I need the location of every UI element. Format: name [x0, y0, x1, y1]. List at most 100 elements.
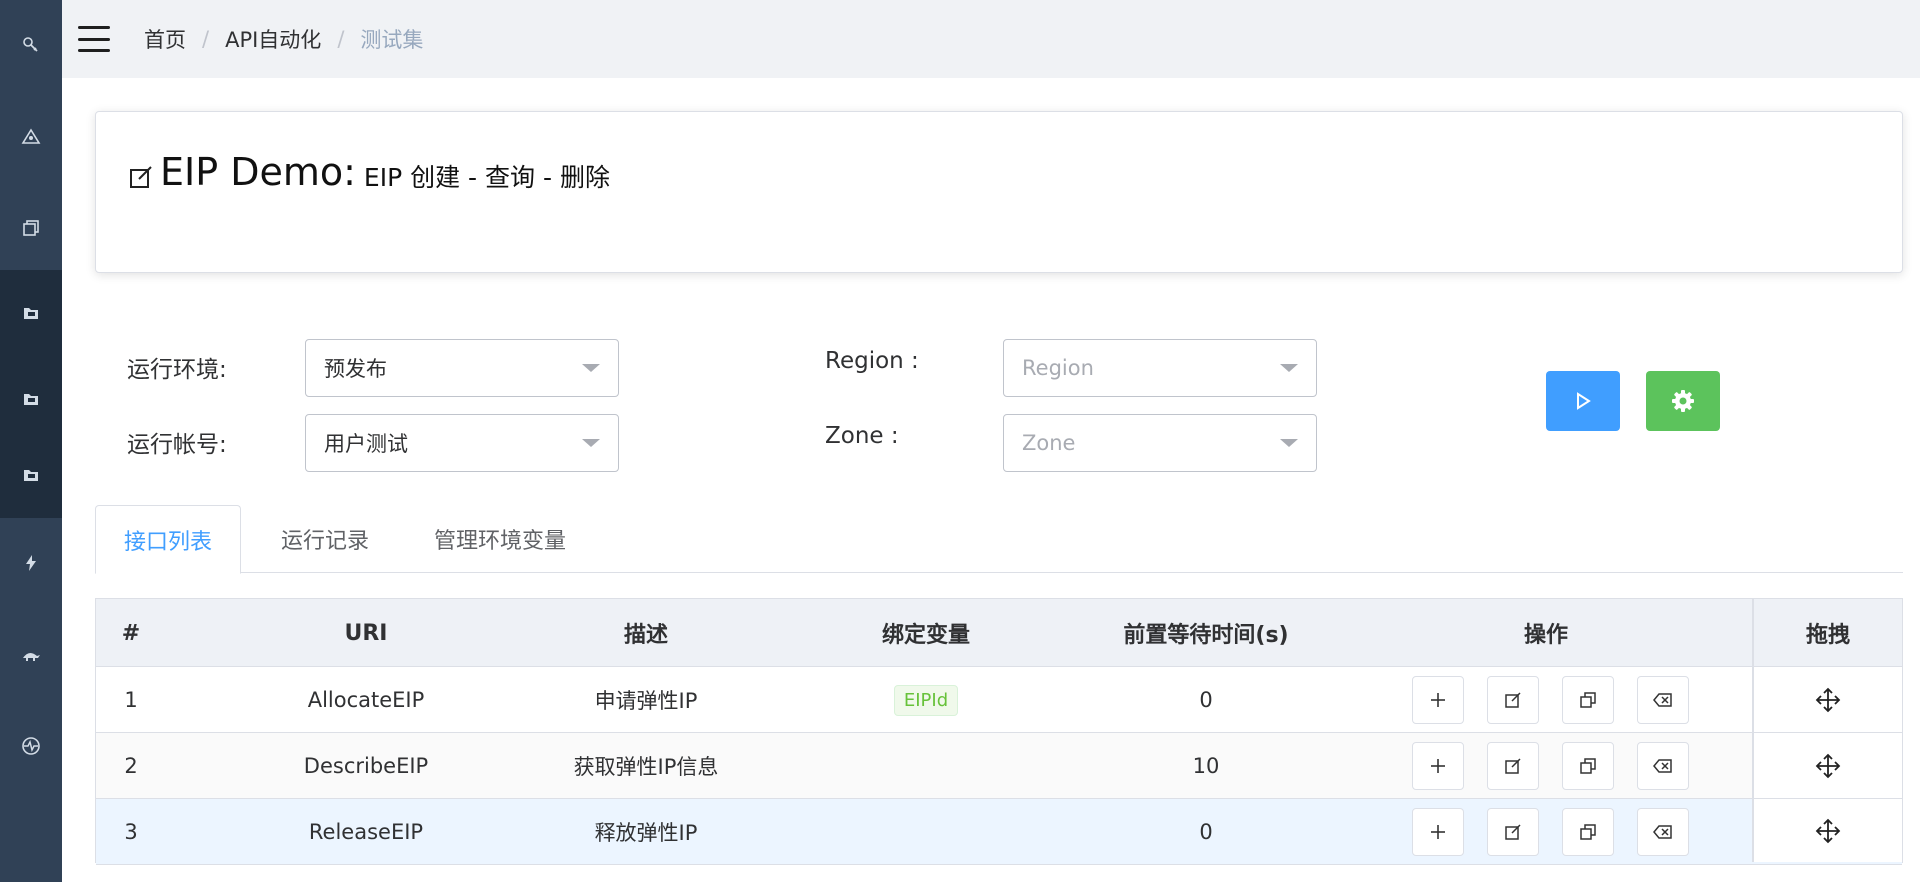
- move-arrows-icon: [1815, 753, 1841, 778]
- cell-uri: DescribeEIP: [303, 754, 429, 778]
- env-select-value: 预发布: [324, 357, 387, 381]
- tab-run-records[interactable]: 运行记录: [255, 505, 395, 573]
- pulse-icon: [22, 737, 40, 755]
- table-header: # URI 描述 绑定变量 前置等待时间(s) 操作 拖拽: [96, 599, 1902, 667]
- table-row: 1 AllocateEIP 申请弹性IP EIPId 0: [96, 667, 1902, 733]
- cell-wait: 10: [1192, 754, 1220, 778]
- sidebar-item-topology[interactable]: [0, 94, 62, 180]
- gear-icon: [1672, 390, 1694, 412]
- variable-tag: EIPId: [893, 684, 959, 716]
- col-header-drag-label: 拖拽: [1805, 623, 1850, 648]
- edit-button[interactable]: [1487, 808, 1539, 856]
- add-button[interactable]: [1412, 808, 1464, 856]
- caret-down-icon: [582, 439, 600, 447]
- cell-index: 3: [124, 820, 138, 844]
- table-row: 3 ReleaseEIP 释放弹性IP 0: [96, 799, 1902, 865]
- sidebar-item-folder-1[interactable]: [0, 270, 62, 356]
- col-header-index: #: [121, 620, 141, 646]
- copy-button[interactable]: [1562, 808, 1614, 856]
- copy-button[interactable]: [1562, 676, 1614, 724]
- sidebar-item-slow[interactable]: [0, 612, 62, 698]
- breadcrumb-current: 测试集: [360, 28, 424, 52]
- plus-icon: [1431, 759, 1445, 773]
- drag-handle[interactable]: [1754, 733, 1902, 799]
- run-button[interactable]: [1546, 371, 1620, 431]
- drag-handle[interactable]: [1754, 667, 1902, 733]
- edit-icon[interactable]: [128, 164, 154, 190]
- delete-button[interactable]: [1637, 808, 1689, 856]
- suite-name: EIP Demo:: [160, 150, 356, 194]
- cell-desc: 获取弹性IP信息: [573, 755, 719, 779]
- edit-icon: [1505, 824, 1521, 840]
- table-row: 2 DescribeEIP 获取弹性IP信息 10: [96, 733, 1902, 799]
- copy-button[interactable]: [1562, 742, 1614, 790]
- tab-bar: 接口列表 运行记录 管理环境变量: [95, 505, 1903, 574]
- folder-icon: [24, 470, 38, 481]
- settings-button[interactable]: [1646, 371, 1720, 431]
- account-select-value: 用户测试: [324, 432, 408, 456]
- lightning-icon: [26, 555, 36, 571]
- tab-interface-list[interactable]: 接口列表: [95, 505, 241, 574]
- backspace-delete-icon: [1653, 693, 1672, 707]
- hamburger-menu-icon[interactable]: [78, 26, 110, 52]
- cell-uri: AllocateEIP: [307, 688, 425, 712]
- breadcrumb-api-automation[interactable]: API自动化: [225, 24, 321, 54]
- caret-down-icon: [1280, 439, 1298, 447]
- copy-pages-icon: [23, 220, 39, 236]
- delete-button[interactable]: [1637, 676, 1689, 724]
- play-icon: [1577, 392, 1591, 410]
- zone-select[interactable]: Zone: [1003, 414, 1317, 472]
- drag-column: 拖拽: [1752, 599, 1902, 862]
- edit-icon: [1505, 692, 1521, 708]
- account-select[interactable]: 用户测试: [305, 414, 619, 472]
- drag-handle[interactable]: [1754, 799, 1902, 862]
- turtle-icon: [23, 652, 40, 661]
- cell-desc: 申请弹性IP: [594, 689, 698, 713]
- env-label: 运行环境:: [127, 357, 227, 383]
- cell-index: 1: [124, 688, 138, 712]
- add-button[interactable]: [1412, 742, 1464, 790]
- move-arrows-icon: [1815, 687, 1841, 712]
- edit-icon: [1505, 758, 1521, 774]
- copy-icon: [1580, 758, 1596, 774]
- interface-table: # URI 描述 绑定变量 前置等待时间(s) 操作 拖拽 1 Allocate…: [95, 598, 1903, 865]
- col-header-actions: 操作: [1523, 623, 1568, 648]
- plus-icon: [1431, 693, 1445, 707]
- copy-icon: [1580, 824, 1596, 840]
- col-header-variable: 绑定变量: [881, 623, 970, 648]
- breadcrumb-separator: /: [337, 27, 345, 51]
- plus-icon: [1431, 825, 1445, 839]
- top-navbar: 首页 / API自动化 / 测试集: [62, 0, 1920, 78]
- caret-down-icon: [1280, 364, 1298, 372]
- tab-env-variables[interactable]: 管理环境变量: [405, 505, 595, 573]
- env-select[interactable]: 预发布: [305, 339, 619, 397]
- cell-wait: 0: [1199, 820, 1213, 844]
- breadcrumb-separator: /: [202, 27, 210, 51]
- edit-button[interactable]: [1487, 742, 1539, 790]
- zone-placeholder: Zone: [1022, 431, 1076, 455]
- breadcrumb: 首页 / API自动化 / 测试集: [144, 24, 423, 54]
- delete-button[interactable]: [1637, 742, 1689, 790]
- cell-desc: 释放弹性IP: [594, 821, 698, 845]
- breadcrumb-home[interactable]: 首页: [144, 24, 186, 54]
- add-button[interactable]: [1412, 676, 1464, 724]
- triangle-network-icon: [21, 128, 41, 144]
- col-header-uri: URI: [344, 620, 388, 646]
- col-header-wait: 前置等待时间(s): [1123, 623, 1289, 648]
- sidebar-item-performance[interactable]: [0, 520, 62, 606]
- sidebar-item-tools[interactable]: [0, 2, 62, 88]
- region-label: Region :: [825, 348, 919, 374]
- sidebar-item-docs[interactable]: [0, 185, 62, 271]
- sidebar-item-folder-3[interactable]: [0, 432, 62, 518]
- sidebar-item-folder-2[interactable]: [0, 356, 62, 442]
- backspace-delete-icon: [1653, 825, 1672, 839]
- cell-uri: ReleaseEIP: [308, 820, 424, 844]
- edit-button[interactable]: [1487, 676, 1539, 724]
- caret-down-icon: [582, 364, 600, 372]
- suite-title-card: EIP Demo: EIP 创建 - 查询 - 删除: [95, 111, 1903, 273]
- region-select[interactable]: Region: [1003, 339, 1317, 397]
- sidebar-item-monitor[interactable]: [0, 703, 62, 789]
- cell-variable: EIPId: [826, 667, 1026, 733]
- account-label: 运行帐号:: [127, 432, 227, 458]
- backspace-delete-icon: [1653, 759, 1672, 773]
